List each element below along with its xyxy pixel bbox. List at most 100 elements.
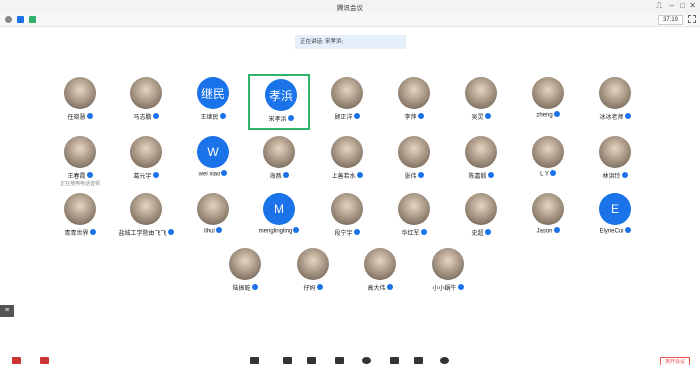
participant-name: 冰冰老师 — [599, 115, 623, 121]
participant-tile[interactable]: 张伟 — [383, 133, 445, 189]
participant-tile[interactable]: EElyneCui — [584, 190, 646, 246]
avatar — [398, 77, 430, 109]
participant-tile[interactable]: 继民王继民 — [182, 74, 244, 130]
participant-tile[interactable]: L Y — [517, 133, 579, 189]
mic-icon — [354, 113, 360, 119]
share-screen-icon[interactable] — [250, 357, 259, 364]
fullscreen-icon[interactable] — [688, 15, 696, 23]
participant-name: 吴灵 — [471, 115, 483, 121]
participant-name-row: 王春霞 — [49, 171, 111, 180]
participant-tile[interactable]: 陈嘉毅 — [450, 133, 512, 189]
participant-status: 正在使用电话音频 — [41, 180, 119, 187]
participant-tile[interactable]: 顾正洋 — [316, 74, 378, 130]
avatar-initials: W — [207, 145, 218, 159]
participant-tile[interactable]: 段宁宇 — [316, 190, 378, 246]
mic-icon — [357, 172, 363, 178]
participant-tile[interactable]: 仔妈 — [282, 245, 344, 301]
participant-tile[interactable]: 陆振乾 — [214, 245, 276, 301]
mic-icon — [625, 113, 631, 119]
mic-icon — [418, 113, 424, 119]
participant-tile[interactable]: 高大伟 — [349, 245, 411, 301]
participant-name-row: 高大伟 — [349, 283, 411, 292]
signal-icon[interactable] — [29, 16, 36, 23]
participant-tile[interactable]: 史超 — [450, 190, 512, 246]
participant-tile[interactable]: 上善若水 — [316, 133, 378, 189]
avatar — [599, 136, 631, 168]
minimize-icon[interactable]: – — [670, 1, 674, 11]
record-icon[interactable] — [362, 357, 371, 364]
participant-tile[interactable]: zheng — [517, 74, 579, 130]
participant-name-row: 马志鹏 — [115, 112, 177, 121]
participant-tile[interactable]: 葛元宇 — [115, 133, 177, 189]
participant-name: 陈嘉毅 — [468, 174, 486, 180]
participant-tile[interactable]: 海燕 — [248, 133, 310, 189]
video-off-icon[interactable] — [40, 357, 49, 364]
window-title: 腾讯会议 — [0, 2, 700, 12]
apps-icon[interactable] — [414, 357, 423, 364]
avatar — [599, 77, 631, 109]
menu-icon[interactable]: ≡ — [0, 305, 14, 317]
participant-tile[interactable]: 吴灵 — [450, 74, 512, 130]
participant-name: 林洪玲 — [602, 174, 620, 180]
participant-tile[interactable]: 李萍 — [383, 74, 445, 130]
avatar — [331, 77, 363, 109]
mic-icon — [485, 229, 491, 235]
avatar — [532, 136, 564, 168]
avatar — [331, 193, 363, 225]
participant-name: 段宁宇 — [334, 231, 352, 237]
participant-tile[interactable]: 任晓慧 — [49, 74, 111, 130]
avatar — [263, 136, 295, 168]
participant-name-row: ElyneCui — [584, 228, 646, 235]
participant-tile[interactable]: Wwei xiao — [182, 133, 244, 189]
mic-icon — [153, 113, 159, 119]
participant-tile[interactable]: 孝浜宋孝浜 — [248, 74, 310, 130]
avatar-initials: 孝浜 — [269, 87, 293, 104]
participant-tile[interactable]: Jason — [517, 190, 579, 246]
avatar — [432, 248, 464, 280]
mic-icon — [317, 284, 323, 290]
mic-icon — [485, 113, 491, 119]
mute-icon[interactable] — [12, 357, 21, 364]
participant-name-row: zheng — [517, 112, 579, 119]
members-icon[interactable] — [307, 357, 316, 364]
participant-tile[interactable]: Mmenglingling — [248, 190, 310, 246]
participant-name: lihui — [204, 229, 215, 235]
participant-name: 华红军 — [401, 231, 419, 237]
avatar — [532, 193, 564, 225]
avatar — [130, 136, 162, 168]
participant-tile[interactable]: 华红军 — [383, 190, 445, 246]
invite-icon[interactable] — [283, 357, 292, 364]
participant-tile[interactable]: 小小蜗牛 — [417, 245, 479, 301]
mic-icon — [488, 172, 494, 178]
participant-name-row: 青青世界 — [49, 228, 111, 237]
avatar — [398, 136, 430, 168]
participant-name: 盐城工学院由飞飞 — [118, 231, 166, 237]
mic-icon — [550, 170, 556, 176]
shield-icon[interactable] — [17, 16, 24, 23]
participant-tile[interactable]: 盐城工学院由飞飞 — [115, 190, 177, 246]
participant-name-row: 仔妈 — [282, 283, 344, 292]
avatar: 继民 — [197, 77, 229, 109]
leave-meeting-button[interactable]: 离开会议 — [660, 357, 690, 365]
participant-tile[interactable]: 林洪玲 — [584, 133, 646, 189]
participant-tile[interactable]: 冰冰老师 — [584, 74, 646, 130]
pin-icon[interactable]: ⎍ — [656, 1, 662, 11]
maximize-icon[interactable]: □ — [680, 1, 685, 11]
chat-icon[interactable] — [335, 357, 344, 364]
participant-name-row: 任晓慧 — [49, 112, 111, 121]
mic-icon — [421, 229, 427, 235]
settings-icon[interactable] — [440, 357, 449, 364]
participant-tile[interactable]: 王春霞正在使用电话音频 — [49, 133, 111, 189]
participant-name: Jason — [536, 229, 552, 235]
info-icon[interactable] — [5, 16, 12, 23]
participant-tile[interactable]: 青青世界 — [49, 190, 111, 246]
avatar — [229, 248, 261, 280]
participant-name: 仔妈 — [303, 286, 315, 292]
participant-name-row: 盐城工学院由飞飞 — [115, 228, 177, 237]
avatar — [197, 193, 229, 225]
close-icon[interactable]: ✕ — [689, 1, 696, 11]
participant-tile[interactable]: 马志鹏 — [115, 74, 177, 130]
participant-tile[interactable]: lihui — [182, 190, 244, 246]
raise-hand-icon[interactable] — [390, 357, 399, 364]
participant-name: 小小蜗牛 — [432, 286, 456, 292]
